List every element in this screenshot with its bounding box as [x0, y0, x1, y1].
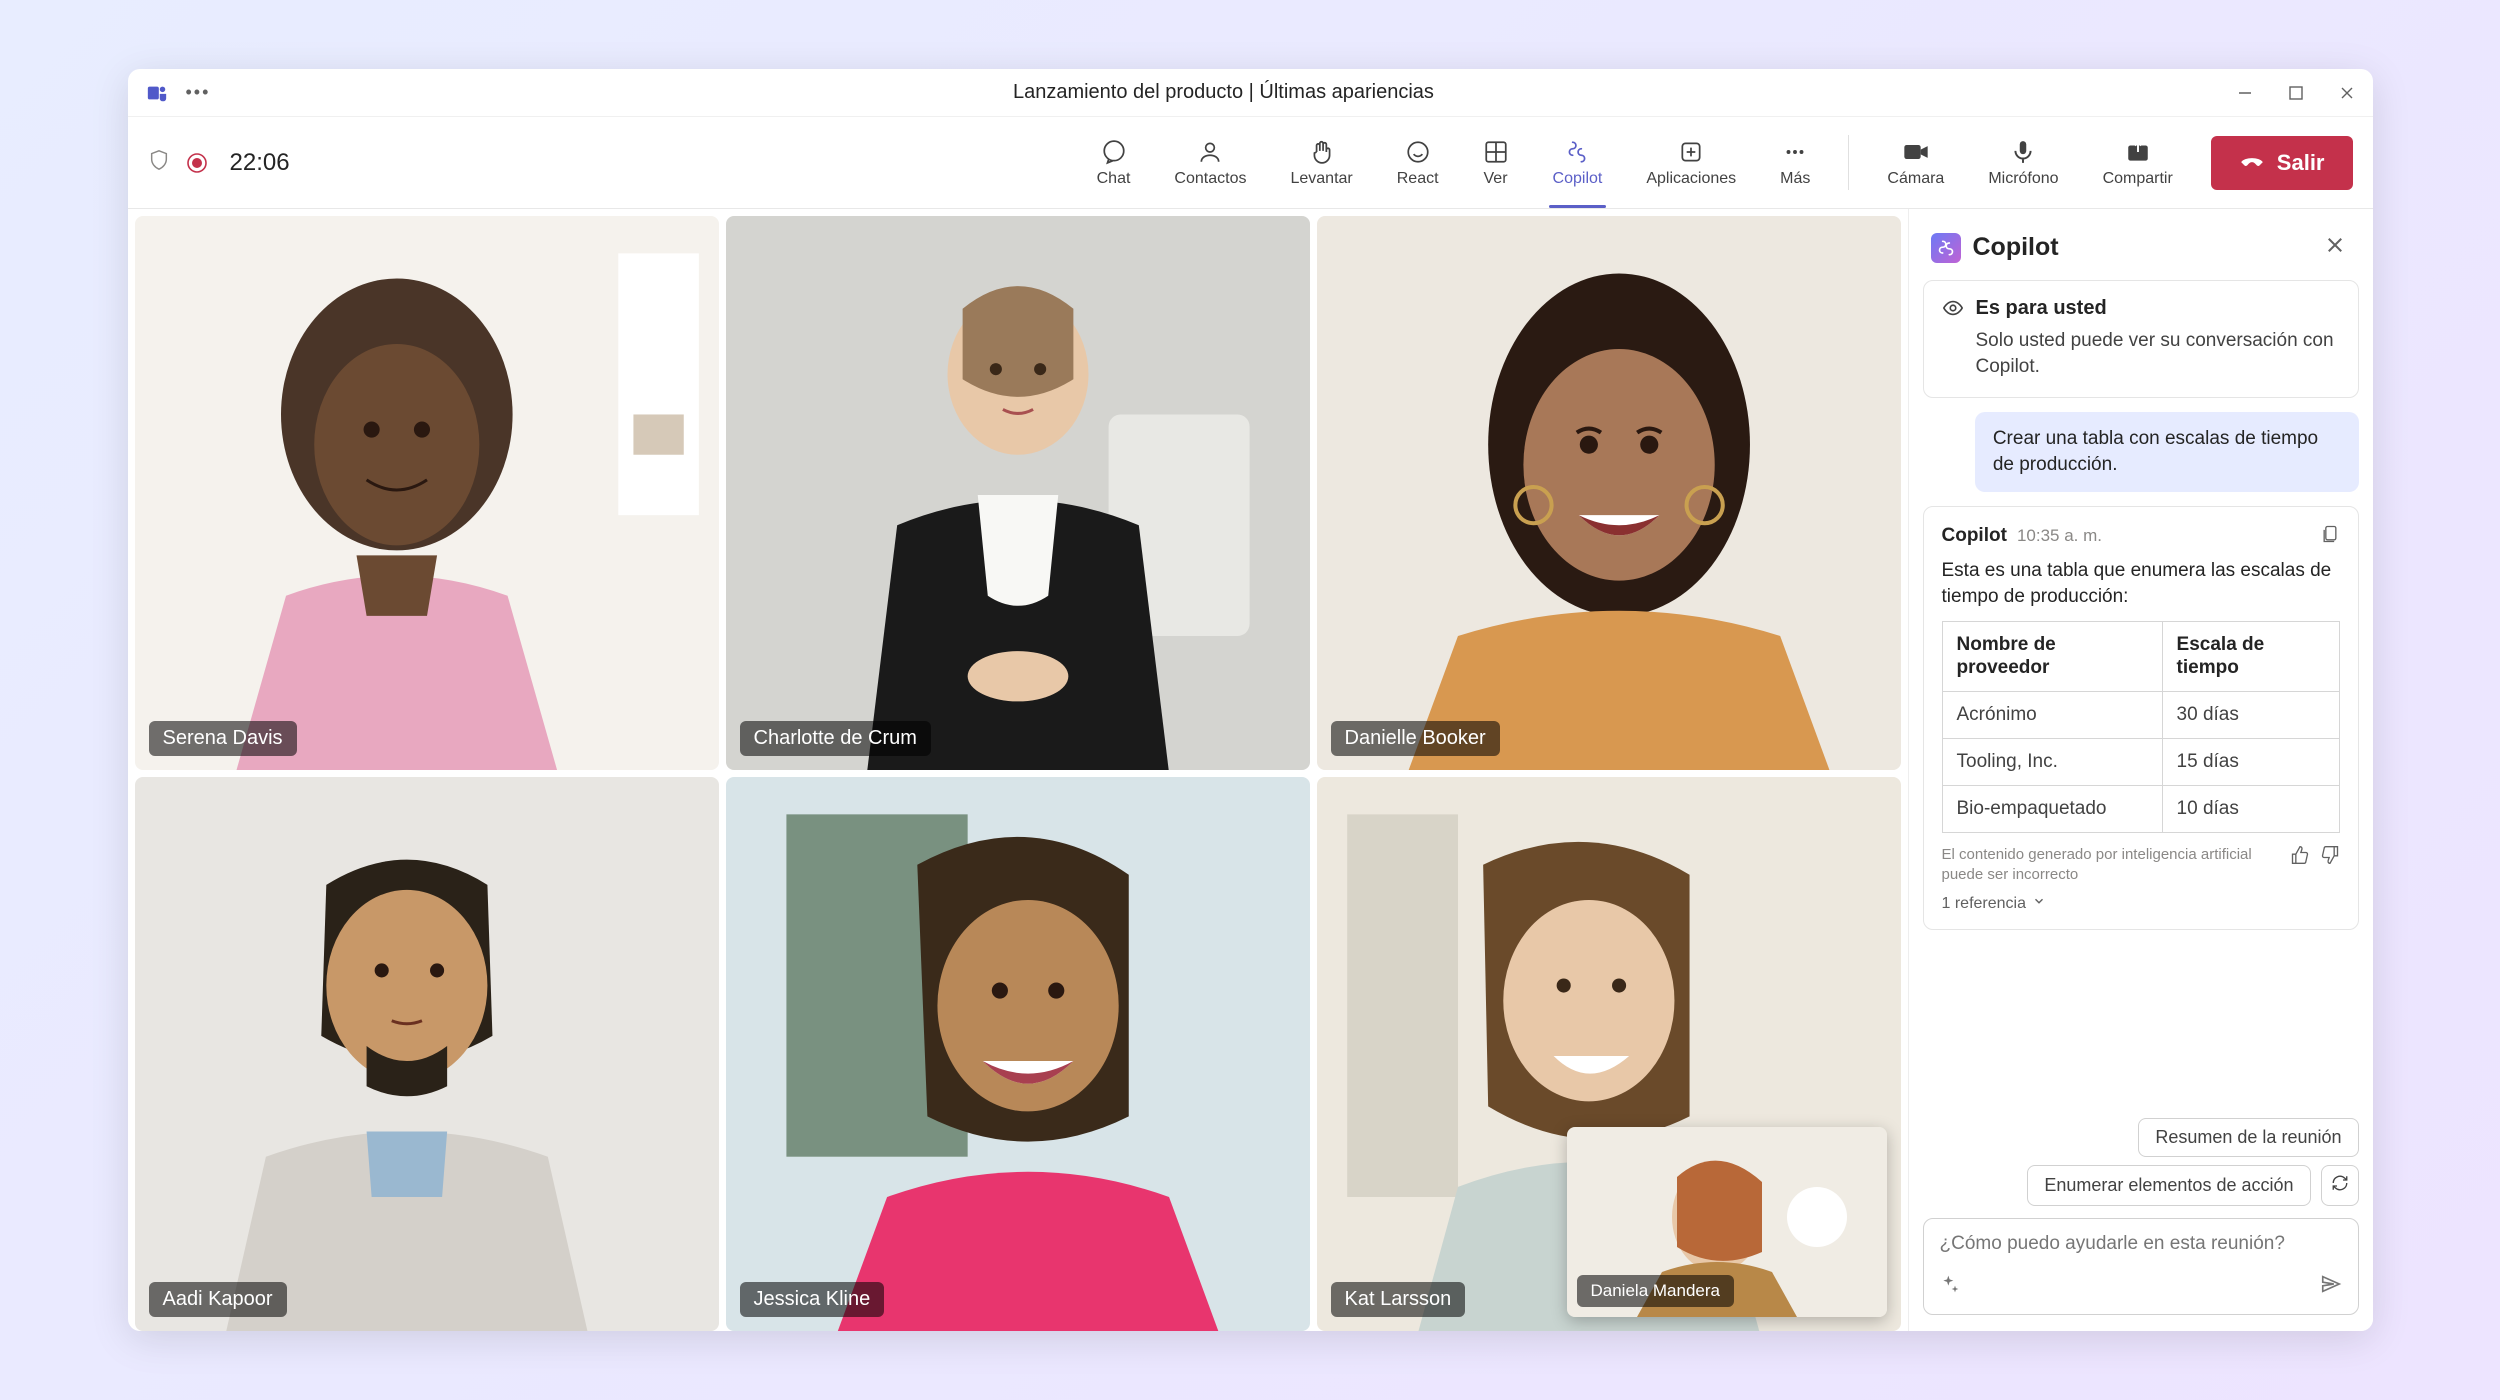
- phone-down-icon: [2239, 150, 2265, 176]
- more-icon: [1782, 138, 1808, 166]
- copilot-title: Copilot: [1973, 233, 2319, 262]
- copilot-panel: Copilot Es para usted Solo usted puede v…: [1908, 209, 2373, 1331]
- titlebar-more-icon[interactable]: •••: [186, 82, 211, 103]
- participant-name: Danielle Booker: [1331, 721, 1500, 756]
- input-placeholder: ¿Cómo puedo ayudarle en esta reunión?: [1940, 1233, 2342, 1255]
- minimize-button[interactable]: [2237, 85, 2253, 101]
- participant-name: Serena Davis: [149, 721, 297, 756]
- meeting-toolbar: 22:06 Chat Contactos Levantar React V: [128, 117, 2373, 209]
- share-label: Compartir: [2103, 170, 2173, 188]
- message-time: 10:35 a. m.: [2017, 526, 2102, 546]
- camera-button[interactable]: Cámara: [1865, 117, 1966, 208]
- copilot-author: Copilot: [1942, 525, 2007, 547]
- view-button[interactable]: Ver: [1461, 117, 1531, 208]
- refresh-icon: [2331, 1174, 2349, 1197]
- react-label: React: [1397, 170, 1439, 188]
- table-header: Escala de tiempo: [2162, 621, 2339, 692]
- video-tile[interactable]: Aadi Kapoor: [135, 777, 719, 1331]
- hand-icon: [1309, 138, 1335, 166]
- suggestion-chip[interactable]: Resumen de la reunión: [2138, 1118, 2358, 1157]
- thumbs-up-button[interactable]: [2290, 845, 2310, 870]
- mic-icon: [2010, 138, 2036, 166]
- chat-button[interactable]: Chat: [1075, 117, 1153, 208]
- maximize-button[interactable]: [2289, 85, 2303, 101]
- table-row: Acrónimo30 días: [1942, 692, 2339, 739]
- video-tile[interactable]: Serena Davis: [135, 216, 719, 770]
- people-label: Contactos: [1174, 170, 1246, 188]
- meeting-title: Lanzamiento del producto | Últimas apari…: [210, 81, 2236, 104]
- table-header: Nombre de proveedor: [1942, 621, 2162, 692]
- react-button[interactable]: React: [1375, 117, 1461, 208]
- app-window: ••• Lanzamiento del producto | Últimas a…: [128, 69, 2373, 1331]
- participant-name: Aadi Kapoor: [149, 1282, 287, 1317]
- recording-icon: [186, 152, 208, 174]
- user-message: Crear una tabla con escalas de tiempo de…: [1975, 412, 2359, 491]
- raise-hand-button[interactable]: Levantar: [1268, 117, 1374, 208]
- shield-icon: [148, 148, 170, 177]
- mic-label: Micrófono: [1988, 170, 2058, 188]
- participant-name: Jessica Kline: [740, 1282, 885, 1317]
- video-tile[interactable]: Danielle Booker: [1317, 216, 1901, 770]
- camera-label: Cámara: [1887, 170, 1944, 188]
- copilot-toolbar-icon: [1564, 138, 1590, 166]
- privacy-body: Solo usted puede ver su conversación con…: [1976, 328, 2340, 379]
- close-window-button[interactable]: [2339, 85, 2355, 101]
- leave-label: Salir: [2277, 150, 2325, 176]
- ai-disclaimer: El contenido generado por inteligencia a…: [1942, 845, 2280, 884]
- people-button[interactable]: Contactos: [1152, 117, 1268, 208]
- production-table: Nombre de proveedor Escala de tiempo Acr…: [1942, 621, 2340, 834]
- emoji-icon: [1405, 138, 1431, 166]
- raise-label: Levantar: [1290, 170, 1352, 188]
- more-button[interactable]: Más: [1758, 117, 1832, 208]
- copilot-input[interactable]: ¿Cómo puedo ayudarle en esta reunión?: [1923, 1218, 2359, 1315]
- table-row: Tooling, Inc.15 días: [1942, 739, 2339, 786]
- table-row: Bio-empaquetado10 días: [1942, 786, 2339, 833]
- thumbs-down-button[interactable]: [2320, 845, 2340, 870]
- leave-button[interactable]: Salir: [2211, 136, 2353, 190]
- grid-icon: [1483, 138, 1509, 166]
- camera-icon: [1902, 138, 1930, 166]
- chat-icon: [1101, 138, 1127, 166]
- participant-name: Charlotte de Crum: [740, 721, 931, 756]
- people-icon: [1197, 138, 1223, 166]
- more-label: Más: [1780, 170, 1810, 188]
- copilot-label: Copilot: [1553, 170, 1603, 188]
- close-panel-button[interactable]: [2319, 229, 2351, 266]
- teams-logo-icon: [146, 82, 168, 104]
- titlebar: ••• Lanzamiento del producto | Últimas a…: [128, 69, 2373, 117]
- share-icon: [2125, 138, 2151, 166]
- privacy-notice: Es para usted Solo usted puede ver su co…: [1923, 280, 2359, 398]
- separator: [1848, 135, 1849, 190]
- apps-button[interactable]: Aplicaciones: [1624, 117, 1758, 208]
- refresh-suggestions-button[interactable]: [2321, 1165, 2359, 1206]
- video-tile[interactable]: Jessica Kline: [726, 777, 1310, 1331]
- reference-toggle[interactable]: 1 referencia: [1942, 894, 2340, 913]
- copy-button[interactable]: [2320, 523, 2340, 550]
- view-label: Ver: [1484, 170, 1508, 188]
- meeting-timer: 22:06: [230, 149, 290, 177]
- video-tile[interactable]: Kat Larsson Daniela Mandera: [1317, 777, 1901, 1331]
- self-view-pip[interactable]: Daniela Mandera: [1567, 1127, 1887, 1317]
- copilot-message: Copilot 10:35 a. m. Esta es una tabla qu…: [1923, 506, 2359, 931]
- video-tile[interactable]: Charlotte de Crum: [726, 216, 1310, 770]
- apps-label: Aplicaciones: [1646, 170, 1736, 188]
- suggestion-chip[interactable]: Enumerar elementos de acción: [2027, 1165, 2310, 1206]
- copilot-button[interactable]: Copilot: [1531, 117, 1625, 208]
- participant-name: Kat Larsson: [1331, 1282, 1466, 1317]
- eye-icon: [1942, 297, 1964, 324]
- share-button[interactable]: Compartir: [2081, 117, 2195, 208]
- mic-button[interactable]: Micrófono: [1966, 117, 2080, 208]
- apps-icon: [1678, 138, 1704, 166]
- sparkle-icon[interactable]: [1940, 1274, 1960, 1299]
- chat-label: Chat: [1097, 170, 1131, 188]
- send-button[interactable]: [2320, 1273, 2342, 1300]
- privacy-title: Es para usted: [1976, 297, 2107, 320]
- video-grid: Serena Davis Charlotte de Crum Danielle …: [135, 209, 1908, 1331]
- participant-name: Daniela Mandera: [1577, 1275, 1734, 1307]
- answer-intro: Esta es una tabla que enumera las escala…: [1942, 558, 2340, 611]
- chevron-down-icon: [2032, 894, 2046, 913]
- copilot-logo-icon: [1931, 233, 1961, 263]
